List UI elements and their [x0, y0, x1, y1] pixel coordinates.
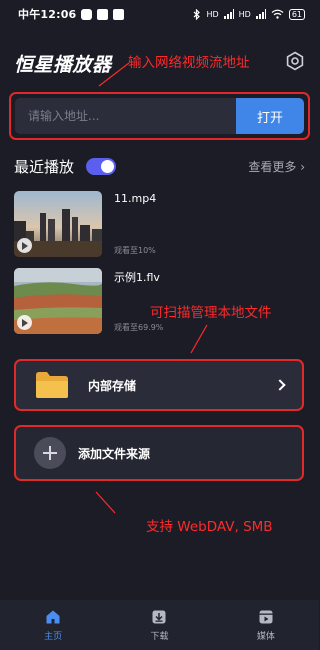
recent-item-name: 11.mp4 [114, 192, 157, 205]
video-thumbnail [14, 268, 102, 334]
nav-label-home: 主页 [44, 631, 63, 642]
annotation-arrow-local [190, 324, 208, 354]
signal-label-1: HD [206, 9, 219, 19]
add-icon [34, 437, 66, 469]
nav-label-download: 下载 [150, 631, 169, 642]
recent-item-progress: 观看至69.9% [114, 323, 164, 332]
internal-storage-label: 内部存储 [88, 378, 137, 393]
recent-title: 最近播放 [14, 157, 75, 176]
annotation-arrow-remote [95, 491, 116, 514]
recent-item-progress: 观看至10% [114, 246, 156, 255]
bottom-nav: 主页 下载 媒体 [0, 600, 319, 650]
url-input-inner: 打开 [15, 98, 304, 134]
url-input[interactable] [15, 98, 236, 134]
recent-item-name: 示例1.flv [114, 271, 160, 284]
bluetooth-icon [194, 8, 201, 20]
internal-storage-card[interactable]: 内部存储 [14, 359, 304, 411]
signal-icon [223, 9, 234, 19]
video-thumbnail [14, 191, 102, 257]
signal-label-2: HD [238, 9, 251, 19]
status-time: 中午12:06 [18, 8, 77, 21]
battery-icon: 61 [288, 8, 305, 20]
download-icon [152, 610, 166, 623]
message-icon [81, 8, 93, 20]
home-icon [46, 610, 60, 623]
status-bar: 中午12:06 HD HD 61 [0, 0, 319, 28]
media-icon [259, 610, 273, 623]
nav-item-download[interactable]: 下载 [106, 600, 212, 650]
folder-icon [36, 372, 68, 398]
recent-toggle[interactable] [86, 157, 117, 175]
notification-icon-2 [113, 8, 125, 20]
annotation-remote: 支持 WebDAV, SMB [146, 519, 273, 535]
annotation-url: 输入网络视频流地址 [128, 55, 250, 71]
recent-header: 最近播放 查看更多 › [14, 155, 305, 177]
signal-icon-2 [255, 9, 266, 19]
play-icon [17, 238, 32, 253]
toggle-knob [101, 159, 115, 173]
annotation-arrow-url [98, 62, 130, 87]
status-bar-left: 中午12:06 [18, 6, 125, 22]
play-icon [17, 315, 32, 330]
open-button[interactable]: 打开 [236, 98, 304, 134]
add-source-label: 添加文件来源 [78, 446, 151, 461]
annotation-local: 可扫描管理本地文件 [150, 305, 272, 321]
status-bar-right: HD HD 61 [193, 8, 305, 20]
nav-item-media[interactable]: 媒体 [213, 600, 319, 650]
chevron-right-icon [274, 379, 286, 391]
wifi-icon [271, 9, 284, 19]
recent-item[interactable]: 11.mp4 观看至10% [14, 191, 305, 257]
add-source-card[interactable]: 添加文件来源 [14, 425, 304, 481]
url-input-group: 打开 [9, 92, 310, 140]
see-more-link[interactable]: 查看更多 › [248, 158, 305, 175]
nav-item-home[interactable]: 主页 [0, 600, 106, 650]
notification-icon [97, 8, 109, 20]
nav-label-media: 媒体 [256, 631, 275, 642]
settings-icon[interactable] [285, 51, 305, 71]
